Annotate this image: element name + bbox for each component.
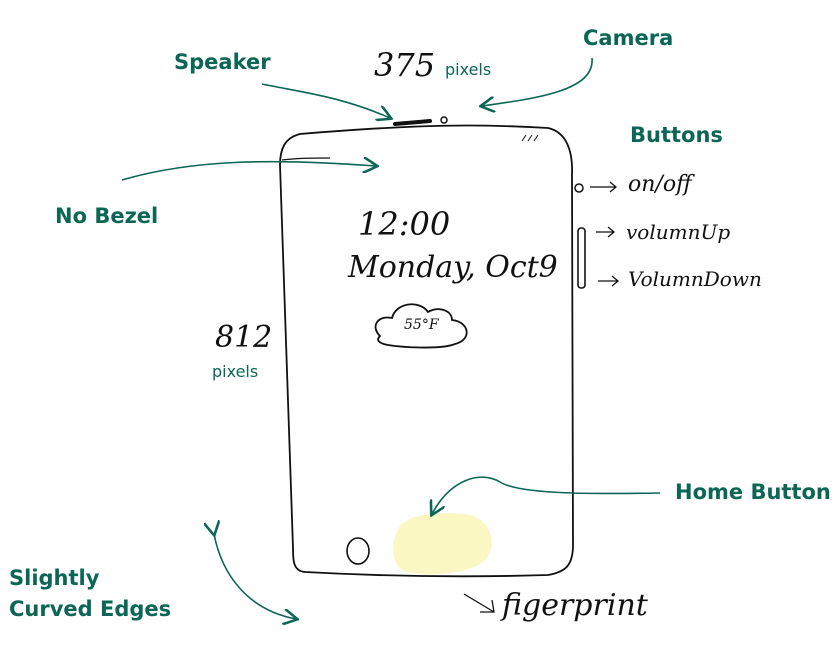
no-bezel-label: No Bezel [55,204,159,228]
fingerprint-note: figerprint [502,588,648,623]
speaker-slot [393,119,432,126]
camera-dot [440,116,448,124]
width-value: 375 [374,46,436,84]
home-button-label: Home Button [675,480,831,504]
volume-buttons [577,227,586,289]
camera-label: Camera [583,26,674,50]
width-unit: pixels [445,60,492,79]
speaker-arrow [261,83,390,118]
home-button-arrow [432,476,661,514]
curved-edges-label-line1: Slightly [9,566,100,590]
height-value: 812 [215,320,273,355]
no-bezel-arrow [121,162,376,181]
lock-screen-time: 12:00 [358,205,451,243]
on-off-button [574,183,584,193]
fingerprint-highlight [393,513,492,575]
home-button-circle [346,537,370,565]
phone-outline [279,124,574,578]
buttons-label: Buttons [630,123,723,147]
lock-screen-weather: 55°F [404,317,439,333]
speaker-label: Speaker [174,50,271,74]
side-button-volume-down: VolumnDown [628,267,762,291]
side-button-on-off: on/off [628,172,692,197]
curved-edges-label-line2: Curved Edges [9,597,172,621]
camera-arrow [482,57,593,106]
height-unit: pixels [212,362,259,381]
curved-edges-arrow [214,534,296,619]
side-button-volume-up: volumnUp [626,220,731,244]
lock-screen-date: Monday, Oct9 [348,250,558,285]
